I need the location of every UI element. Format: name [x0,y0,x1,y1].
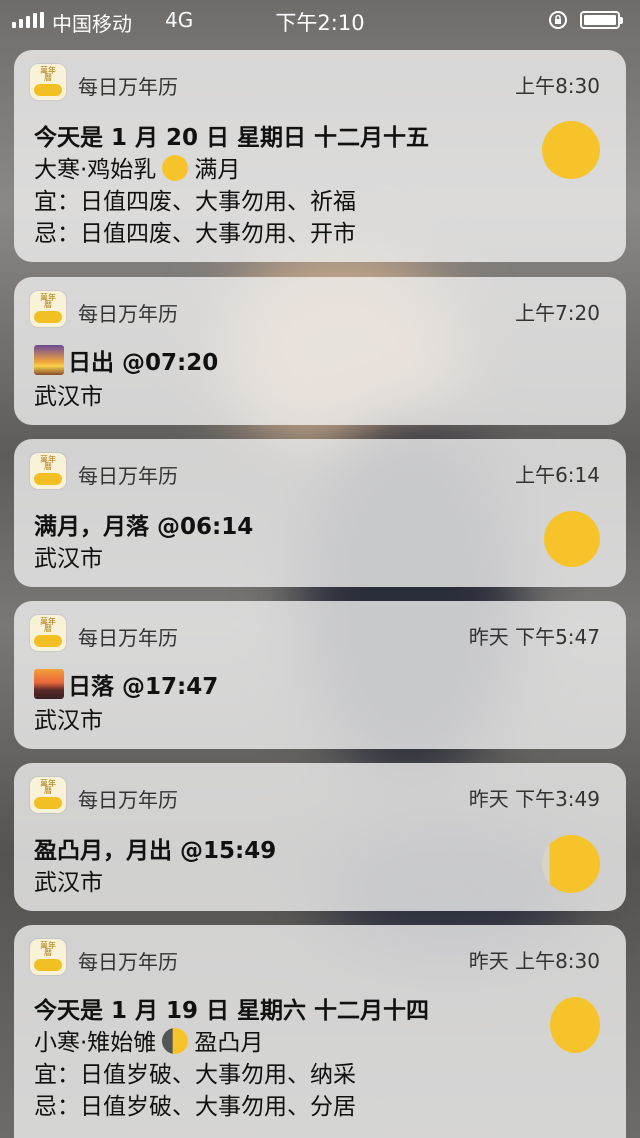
waxing-gibbous-moon-icon [162,1028,189,1054]
app-icon: 萬年曆 [30,453,66,489]
battery-full-icon [580,11,623,29]
notification-card[interactable]: 萬年曆 每日万年历 上午8:30 今天是 1 月 20 日 星期日 十二月十五 … [14,50,626,262]
full-moon-icon [544,511,600,567]
notification-location: 武汉市 [34,384,103,410]
notification-title: 日出 @07:20 [34,343,218,377]
waxing-gibbous-moon-icon [550,997,600,1053]
full-moon-icon [542,121,600,179]
notification-card[interactable]: 萬年曆 每日万年历 昨天 下午5:47 日落 @17:47 武汉市 [14,601,626,749]
notification-title: 日落 @17:47 [34,667,218,701]
notification-line: 大寒·鸡始乳 满月 [34,150,240,184]
notification-line: 小寒·雉始雊 盈凸月 [34,1023,263,1057]
sunrise-icon [34,345,64,375]
app-icon: 萬年曆 [30,939,66,975]
app-name: 每日万年历 [78,75,178,99]
notification-time: 昨天 下午3:49 [468,787,600,811]
notification-time: 昨天 上午8:30 [468,949,600,973]
notification-location: 武汉市 [34,546,103,572]
notification-card[interactable]: 萬年曆 每日万年历 昨天 下午3:49 盈凸月，月出 @15:49 武汉市 [14,763,626,911]
notification-title: 今天是 1 月 20 日 星期日 十二月十五 [34,125,430,151]
notification-line-yi: 宜：日值四废、大事勿用、祈福 [34,189,356,215]
notification-time: 上午8:30 [515,74,600,98]
solar-term: 小寒·雉始雊 [34,1030,157,1056]
notification-title: 满月，月落 @06:14 [34,514,254,540]
notification-location: 武汉市 [34,870,103,896]
rotation-lock-icon [549,11,567,29]
notification-line-ji: 忌：日值岁破、大事勿用、分居 [34,1094,356,1120]
notification-line-ji: 忌：日值四废、大事勿用、开市 [34,221,356,247]
waxing-gibbous-moon-icon [542,835,600,893]
app-name: 每日万年历 [78,788,178,812]
full-moon-icon [162,155,189,181]
notification-time: 昨天 下午5:47 [468,625,600,649]
moon-phase: 盈凸月 [194,1030,264,1056]
app-icon: 萬年曆 [30,291,66,327]
notification-title: 今天是 1 月 19 日 星期六 十二月十四 [34,998,430,1024]
notification-title: 盈凸月，月出 @15:49 [34,838,277,864]
app-name: 每日万年历 [78,302,178,326]
app-icon: 萬年曆 [30,615,66,651]
moon-phase: 满月 [194,157,241,183]
notification-time: 上午7:20 [515,301,600,325]
notification-line-yi: 宜：日值岁破、大事勿用、纳采 [34,1062,356,1088]
notification-location: 武汉市 [34,708,103,734]
app-icon: 萬年曆 [30,64,66,100]
app-name: 每日万年历 [78,464,178,488]
app-name: 每日万年历 [78,626,178,650]
notification-card[interactable]: 萬年曆 每日万年历 上午6:14 满月，月落 @06:14 武汉市 [14,439,626,587]
notification-card[interactable]: 萬年曆 每日万年历 上午7:20 日出 @07:20 武汉市 [14,277,626,425]
status-clock: 下午2:10 [275,11,365,35]
app-icon: 萬年曆 [30,777,66,813]
status-bar: 中国移动 4G 下午2:10 [0,0,640,40]
app-name: 每日万年历 [78,950,178,974]
notification-card[interactable]: 萬年曆 每日万年历 昨天 上午8:30 今天是 1 月 19 日 星期六 十二月… [14,925,626,1138]
notification-time: 上午6:14 [515,463,600,487]
sunset-icon [34,669,64,699]
solar-term: 大寒·鸡始乳 [34,157,157,183]
